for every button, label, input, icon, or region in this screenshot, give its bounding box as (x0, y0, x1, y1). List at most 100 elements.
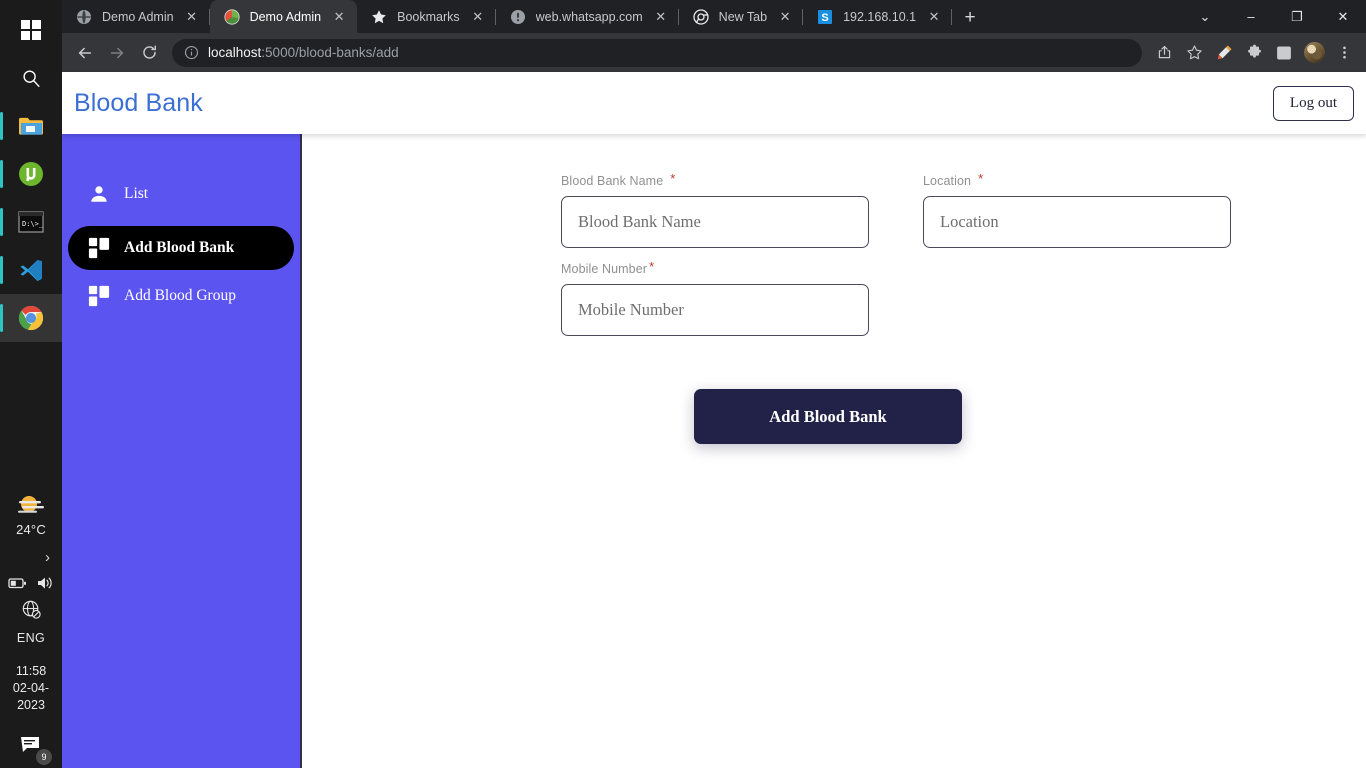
utorrent-icon[interactable] (0, 150, 62, 198)
tab-new-tab[interactable]: New Tab ✕ (679, 0, 804, 33)
file-explorer-icon[interactable] (0, 102, 62, 150)
url-path: :5000/blood-banks/add (261, 45, 399, 60)
tab-title: Bookmarks (397, 9, 460, 24)
search-icon[interactable] (0, 54, 62, 102)
blue-s-icon: S (818, 9, 833, 24)
sidebar-item-label: Add Blood Bank (124, 239, 235, 256)
clock-time: 11:58 (15, 664, 47, 678)
forward-button[interactable] (102, 38, 132, 68)
url-host: localhost (208, 45, 262, 60)
star-icon (372, 9, 386, 23)
sidebar-item-add-blood-group[interactable]: Add Blood Group (68, 274, 294, 318)
maximize-button[interactable]: ❐ (1274, 0, 1320, 33)
windows-taskbar: D:\>_ 24°C › ENG 11:58 02-04-2023 9 (0, 0, 62, 768)
sun-haze-icon (18, 496, 44, 513)
tab-title: New Tab (718, 9, 768, 24)
location-input[interactable] (923, 196, 1231, 248)
blood-bank-name-input[interactable] (561, 196, 869, 248)
dashboard-grid-icon (86, 235, 112, 261)
side-panel-icon[interactable] (1270, 39, 1298, 67)
tab-close-button[interactable]: ✕ (470, 9, 486, 25)
tab-192-168-10-1[interactable]: S 192.168.10.1 ✕ (803, 0, 953, 33)
notification-badge: 9 (36, 749, 52, 765)
notification-center-button[interactable]: 9 (19, 734, 52, 765)
tab-bookmarks[interactable]: Bookmarks ✕ (357, 0, 496, 33)
web-page: Blood Bank Log out List Add Blood Bank A… (62, 72, 1366, 768)
info-circle-icon (184, 45, 199, 60)
browser-toolbar: localhost:5000/blood-banks/add (62, 33, 1366, 72)
colorful-circle-icon (223, 8, 240, 25)
mobile-number-input[interactable] (561, 284, 869, 336)
location-label: Location * (923, 171, 1231, 190)
tab-close-button[interactable]: ✕ (777, 9, 793, 25)
tray-overflow-chevron-icon[interactable]: › (45, 549, 50, 566)
terminal-icon[interactable]: D:\>_ (0, 198, 62, 246)
address-bar[interactable]: localhost:5000/blood-banks/add (172, 38, 1142, 67)
svg-text:S: S (821, 12, 828, 24)
required-asterisk: * (670, 171, 676, 186)
back-button[interactable] (70, 38, 100, 68)
tab-title: 192.168.10.1 (843, 9, 917, 24)
weather-widget[interactable]: 24°C (16, 493, 46, 537)
tab-separator (951, 9, 953, 25)
label-text: Blood Bank Name (561, 174, 664, 188)
chrome-icon (693, 8, 709, 25)
chrome-menu-icon[interactable] (1330, 39, 1358, 67)
required-asterisk: * (978, 171, 984, 186)
add-blood-bank-form: Blood Bank Name * Location * (304, 134, 1366, 444)
tab-close-button[interactable]: ✕ (331, 9, 347, 25)
tab-demo-admin-1[interactable]: Demo Admin ✕ (62, 0, 210, 33)
sidebar-item-add-blood-bank[interactable]: Add Blood Bank (68, 226, 294, 270)
minimize-button[interactable]: – (1228, 0, 1274, 33)
windows-start-icon[interactable] (0, 6, 62, 54)
vscode-icon[interactable] (0, 246, 62, 294)
tab-title: web.whatsapp.com (535, 9, 643, 24)
tab-close-button[interactable]: ✕ (653, 9, 669, 25)
network-globe-blocked-icon[interactable] (21, 599, 42, 625)
tab-close-button[interactable]: ✕ (184, 9, 200, 25)
language-indicator[interactable]: ENG (17, 631, 45, 645)
logout-button[interactable]: Log out (1272, 85, 1354, 121)
tab-web-whatsapp[interactable]: web.whatsapp.com ✕ (496, 0, 679, 33)
tab-search-button[interactable]: ⌄ (1182, 0, 1228, 33)
toolbar-actions (1150, 39, 1358, 67)
form-row-2: Mobile Number * (304, 259, 1366, 336)
add-blood-bank-submit-button[interactable]: Add Blood Bank (694, 389, 962, 444)
tab-close-button[interactable]: ✕ (926, 9, 942, 25)
person-icon (86, 181, 112, 207)
globe-gray-icon (77, 9, 91, 24)
extensions-puzzle-icon[interactable] (1240, 39, 1268, 67)
blood-bank-name-label: Blood Bank Name * (561, 171, 869, 190)
new-tab-button[interactable]: + (956, 3, 984, 31)
submit-row: Add Blood Bank (304, 389, 1366, 444)
label-text: Mobile Number (561, 262, 648, 276)
label-text: Location (923, 174, 972, 188)
screen: D:\>_ 24°C › ENG 11:58 02-04-2023 9 Demo… (0, 0, 1366, 768)
svg-text:D:\>_: D:\>_ (22, 220, 44, 228)
reload-button[interactable] (134, 38, 164, 68)
tab-strip: Demo Admin ✕ Demo Admin ✕ Bookmarks ✕ we… (62, 0, 1366, 33)
windows-logo-glyph (20, 19, 42, 41)
tab-title: Demo Admin (102, 9, 174, 24)
sidebar-item-label: List (124, 185, 149, 202)
mobile-number-label: Mobile Number * (561, 259, 869, 278)
close-window-button[interactable]: ✕ (1320, 0, 1366, 33)
form-row-1: Blood Bank Name * Location * (304, 171, 1366, 248)
app-header: Blood Bank Log out (62, 72, 1366, 134)
chrome-window: Demo Admin ✕ Demo Admin ✕ Bookmarks ✕ we… (62, 0, 1366, 768)
bookmark-star-icon[interactable] (1180, 39, 1208, 67)
header-actions: Log out (1272, 85, 1366, 121)
clock-date: 02-04-2023 (12, 681, 50, 712)
chrome-icon[interactable] (0, 294, 62, 342)
sidebar-item-list[interactable]: List (68, 172, 294, 216)
dashboard-grid-icon (86, 283, 112, 309)
highlighter-pen-icon[interactable] (1210, 39, 1238, 67)
window-controls: ⌄ – ❐ ✕ (1182, 0, 1366, 33)
profile-avatar[interactable] (1300, 39, 1328, 67)
tab-demo-admin-2[interactable]: Demo Admin ✕ (209, 0, 358, 33)
share-icon[interactable] (1150, 39, 1178, 67)
field-blood-bank-name: Blood Bank Name * (561, 171, 869, 248)
tray-status-row (7, 575, 55, 591)
required-asterisk: * (649, 259, 655, 274)
clock-widget[interactable]: 11:58 02-04-2023 (0, 663, 62, 714)
